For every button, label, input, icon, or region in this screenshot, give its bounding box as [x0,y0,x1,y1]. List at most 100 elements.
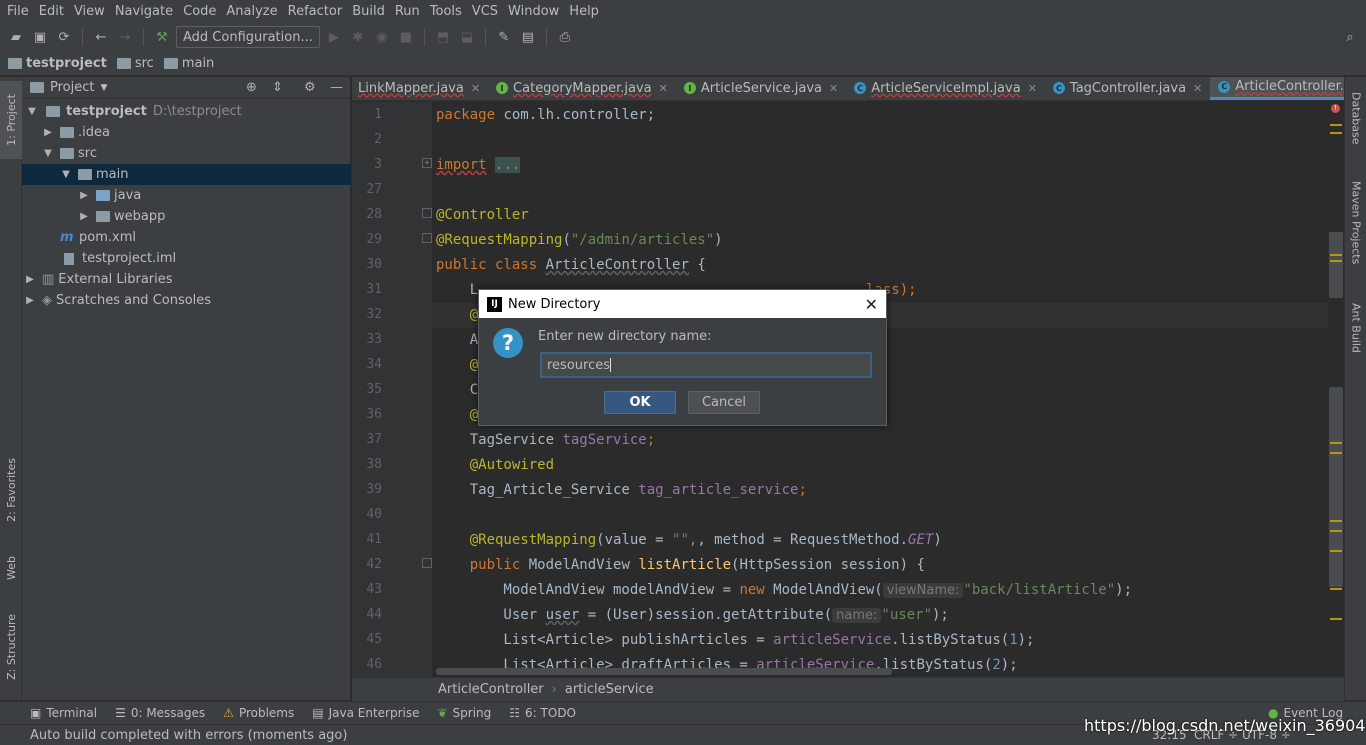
locate-target-icon[interactable]: ⊕ [246,80,257,95]
folded-imports[interactable]: ... [495,157,521,173]
close-icon[interactable]: ✕ [1028,82,1037,95]
vcs-commit-icon[interactable]: ⬓ [457,27,477,47]
vcs-update-icon[interactable]: ⬒ [433,27,453,47]
fold-icon[interactable] [422,233,432,243]
warning-mark[interactable] [1330,530,1342,532]
breadcrumb-member[interactable]: articleService [565,682,654,697]
stop-icon[interactable]: ■ [396,27,416,47]
menu-run[interactable]: Run [390,4,425,19]
tree-item-webapp[interactable]: ▶ webapp [22,206,351,227]
warning-mark[interactable] [1330,260,1342,262]
expanded-arrow-icon[interactable]: ▼ [60,169,72,180]
nav-crumb-src[interactable]: src [116,56,164,71]
tree-item-main[interactable]: ▼ main [22,164,351,185]
synchronize-icon[interactable]: ⟳ [54,27,74,47]
close-icon[interactable]: ✕ [1193,82,1202,95]
web-tool-tab[interactable]: Web [0,543,22,593]
menu-code[interactable]: Code [178,4,221,19]
menu-vcs[interactable]: VCS [467,4,503,19]
scroll-thumb[interactable] [1329,232,1343,298]
chevron-down-icon[interactable]: ▼ [100,83,107,93]
close-icon[interactable]: ✕ [471,82,480,95]
tool-tab-terminal[interactable]: ▣ Terminal [30,706,97,720]
menu-refactor[interactable]: Refactor [283,4,348,19]
cancel-button[interactable]: Cancel [688,391,760,414]
open-folder-icon[interactable]: ▰ [6,27,26,47]
save-all-icon[interactable]: ▣ [30,27,50,47]
tool-tab-todo[interactable]: ☷ 6: TODO [509,706,576,720]
horizontal-scrollbar[interactable] [436,668,892,675]
warning-mark[interactable] [1330,452,1342,454]
tool-tab-messages[interactable]: ☰ 0: Messages [115,706,205,720]
collapsed-arrow-icon[interactable]: ▶ [42,127,54,138]
fold-icon[interactable] [422,208,432,218]
build-hammer-icon[interactable]: ⚒ [152,27,172,47]
run-icon[interactable]: ▶ [324,27,344,47]
warning-mark[interactable] [1330,588,1342,590]
tab-articlecontroller[interactable]: C ArticleController.java ✕ [1210,77,1344,100]
tree-item-iml[interactable]: testproject.iml [22,248,351,269]
tool-tab-problems[interactable]: ⚠ Problems [223,706,294,720]
close-icon[interactable]: ✕ [659,82,668,95]
add-configuration-button[interactable]: Add Configuration... [176,26,320,48]
search-everywhere-icon[interactable]: ⌕ [1340,27,1360,47]
collapsed-arrow-icon[interactable]: ▶ [78,190,90,201]
menu-file[interactable]: File [2,4,34,19]
warning-mark[interactable] [1330,124,1342,126]
directory-name-input[interactable]: resources [540,352,872,378]
maven-tool-tab[interactable]: Maven Projects [1345,173,1366,273]
tool-tab-spring[interactable]: ❦ Spring [437,706,491,720]
ok-button[interactable]: OK [604,391,676,414]
project-structure-icon[interactable]: ▤ [518,27,538,47]
coverage-icon[interactable]: ◉ [372,27,392,47]
warning-mark[interactable] [1330,132,1342,134]
menu-edit[interactable]: Edit [34,4,69,19]
warning-mark[interactable] [1330,550,1342,552]
error-stripe[interactable]: ! [1328,102,1344,677]
debug-icon[interactable]: ✱ [348,27,368,47]
menu-window[interactable]: Window [503,4,564,19]
status-message[interactable]: Auto build completed with errors (moment… [30,728,347,743]
menu-analyze[interactable]: Analyze [221,4,282,19]
tool-tab-java-enterprise[interactable]: ▤ Java Enterprise [312,706,419,720]
nav-crumb-main[interactable]: main [163,56,224,71]
project-view-selector[interactable]: Project [50,80,94,95]
expanded-arrow-icon[interactable]: ▼ [26,106,38,117]
close-icon[interactable]: ✕ [865,295,878,314]
menu-view[interactable]: View [69,4,110,19]
tree-item-external-libraries[interactable]: ▶ ▥ External Libraries [22,269,351,290]
tree-item-java[interactable]: ▶ java [22,185,351,206]
breadcrumb-class[interactable]: ArticleController [438,682,544,697]
warning-mark[interactable] [1330,618,1342,620]
menu-help[interactable]: Help [564,4,604,19]
collapsed-arrow-icon[interactable]: ▶ [24,295,36,306]
tree-item-scratches[interactable]: ▶ ◈ Scratches and Consoles [22,290,351,311]
tree-item-testproject[interactable]: ▼ testproject D:\testproject [22,101,351,122]
tab-categorymapper[interactable]: I CategoryMapper.java ✕ [488,77,676,100]
ant-build-tool-tab[interactable]: Ant Build [1345,293,1366,363]
project-tool-tab[interactable]: 1: Project [0,81,22,159]
favorites-tool-tab[interactable]: 2: Favorites [0,449,22,531]
hide-panel-icon[interactable]: — [330,80,343,95]
collapsed-arrow-icon[interactable]: ▶ [24,274,36,285]
warning-mark[interactable] [1330,442,1342,444]
close-icon[interactable]: ✕ [829,82,838,95]
tree-item-pom[interactable]: m pom.xml [22,227,351,248]
database-tool-tab[interactable]: Database [1345,81,1366,155]
warning-mark[interactable] [1330,254,1342,256]
tree-item-src[interactable]: ▼ src [22,143,351,164]
tab-articleservice[interactable]: I ArticleService.java ✕ [676,77,846,100]
warning-mark[interactable] [1330,520,1342,522]
tab-linkmapper[interactable]: LinkMapper.java ✕ [352,77,488,100]
menu-navigate[interactable]: Navigate [110,4,178,19]
collapsed-arrow-icon[interactable]: ▶ [78,211,90,222]
collapse-all-icon[interactable]: ⇕ [272,80,283,95]
tab-tagcontroller[interactable]: C TagController.java ✕ [1045,77,1210,100]
gear-icon[interactable]: ⚙ [304,80,316,95]
sdk-manager-icon[interactable]: ⎙ [555,27,575,47]
fold-icon[interactable] [422,558,432,568]
fold-expand-icon[interactable]: + [422,158,432,168]
structure-tool-tab[interactable]: Z: Structure [0,605,22,689]
tab-articleserviceimpl[interactable]: C ArticleServiceImpl.java ✕ [846,77,1045,100]
forward-arrow-icon[interactable]: → [115,27,135,47]
